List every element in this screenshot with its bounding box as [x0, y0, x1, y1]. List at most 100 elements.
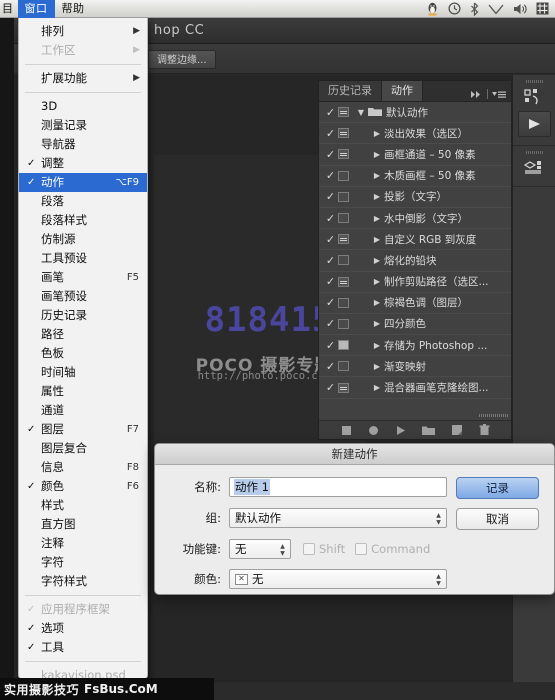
delete-icon[interactable] [479, 424, 490, 436]
row-dialog-toggle[interactable] [338, 277, 349, 287]
menu-item-timeline[interactable]: 时间轴 [19, 363, 147, 382]
tab-actions[interactable]: 动作 [382, 81, 423, 101]
row-dialog-toggle[interactable] [338, 107, 349, 117]
row-enable-check[interactable]: ✓ [323, 254, 338, 267]
row-enable-check[interactable]: ✓ [323, 233, 338, 246]
menu-item-workspace[interactable]: 工作区 ▶ [19, 41, 147, 60]
row-enable-check[interactable]: ✓ [323, 275, 338, 288]
row-expand-toggle[interactable]: ▶ [370, 235, 384, 244]
drag-grip-icon[interactable] [526, 80, 543, 83]
row-dialog-toggle[interactable] [338, 319, 349, 329]
table-row[interactable]: ✓ ▶ 存储为 Photoshop ... [319, 335, 511, 356]
row-expand-toggle[interactable]: ▶ [370, 319, 384, 328]
stepper-arrows-icon[interactable]: ▲▼ [434, 511, 443, 526]
row-enable-check[interactable]: ✓ [323, 296, 338, 309]
table-row[interactable]: ✓ ▶ 画框通道 – 50 像素 [319, 144, 511, 165]
row-dialog-toggle[interactable] [338, 340, 349, 350]
table-row[interactable]: ✓ ▶ 淡出效果（选区） [319, 123, 511, 144]
menu-item-paths[interactable]: 路径 [19, 325, 147, 344]
row-expand-toggle[interactable]: ▶ [370, 341, 384, 350]
horizontal-scrollbar[interactable] [479, 414, 509, 417]
menu-item-color[interactable]: ✓颜色F6 [19, 477, 147, 496]
menu-item-swatches[interactable]: 色板 [19, 344, 147, 363]
3d-object-icon[interactable] [521, 157, 547, 179]
play-action-button[interactable] [518, 111, 551, 137]
row-dialog-toggle[interactable] [338, 149, 349, 159]
drag-grip-icon-2[interactable] [526, 151, 543, 154]
row-enable-check[interactable]: ✓ [323, 212, 338, 225]
row-expand-toggle[interactable]: ▶ [370, 362, 384, 371]
table-row[interactable]: ✓ ▶ 渐变映射 [319, 356, 511, 377]
history-brush-icon[interactable] [521, 86, 547, 108]
table-row[interactable]: ✓ ▶ 熔化的铅块 [319, 250, 511, 271]
stepper-arrows-icon[interactable]: ▲▼ [434, 572, 443, 587]
row-expand-toggle[interactable]: ▼ [354, 108, 368, 117]
row-enable-check[interactable]: ✓ [323, 106, 338, 119]
menu-item-layers[interactable]: ✓图层F7 [19, 420, 147, 439]
menu-item-properties[interactable]: 属性 [19, 382, 147, 401]
menu-item-styles[interactable]: 样式 [19, 496, 147, 515]
panel-menu-icon[interactable] [492, 90, 506, 99]
table-row[interactable]: ✓ ▶ 制作剪贴路径（选区... [319, 272, 511, 293]
row-enable-check[interactable]: ✓ [323, 127, 338, 140]
stop-icon[interactable] [341, 425, 352, 436]
menu-item-extensions[interactable]: 扩展功能 ▶ [19, 69, 147, 88]
wifi-icon[interactable] [488, 2, 504, 15]
menu-item-paragraph-styles[interactable]: 段落样式 [19, 211, 147, 230]
row-dialog-toggle[interactable] [338, 255, 349, 265]
table-row[interactable]: ✓ ▶ 混合器画笔克隆绘图... [319, 377, 511, 398]
stepper-arrows-icon[interactable]: ▲▼ [278, 542, 287, 557]
menu-item-adjustments[interactable]: ✓调整 [19, 154, 147, 173]
row-expand-toggle[interactable]: ▶ [370, 192, 384, 201]
row-enable-check[interactable]: ✓ [323, 360, 338, 373]
row-dialog-toggle[interactable] [338, 361, 349, 371]
menu-item-tools[interactable]: ✓工具 [19, 638, 147, 657]
menu-item-tool-presets[interactable]: 工具预设 [19, 249, 147, 268]
row-dialog-toggle[interactable] [338, 192, 349, 202]
menu-item-histogram[interactable]: 直方图 [19, 515, 147, 534]
table-row[interactable]: ✓ ▶ 四分颜色 [319, 314, 511, 335]
record-icon[interactable] [368, 425, 379, 436]
menubar-item-window[interactable]: 窗口 [18, 0, 55, 18]
time-machine-icon[interactable] [448, 2, 461, 15]
volume-icon[interactable] [513, 3, 527, 15]
row-enable-check[interactable]: ✓ [323, 317, 338, 330]
row-expand-toggle[interactable]: ▶ [370, 256, 384, 265]
row-dialog-toggle[interactable] [338, 383, 349, 393]
function-key-select[interactable]: 无 ▲▼ [229, 539, 291, 559]
row-dialog-toggle[interactable] [338, 298, 349, 308]
action-set-select[interactable]: 默认动作 ▲▼ [229, 508, 447, 528]
table-row[interactable]: ✓ ▶ 自定义 RGB 到灰度 [319, 229, 511, 250]
menu-item-clone-source[interactable]: 仿制源 [19, 230, 147, 249]
row-expand-toggle[interactable]: ▶ [370, 129, 384, 138]
menu-item-layer-comps[interactable]: 图层复合 [19, 439, 147, 458]
menu-item-character[interactable]: 字符 [19, 553, 147, 572]
menu-item-3d[interactable]: 3D [19, 97, 147, 116]
row-enable-check[interactable]: ✓ [323, 148, 338, 161]
table-row[interactable]: ✓ ▶ 水中倒影（文字） [319, 208, 511, 229]
new-action-icon[interactable] [451, 424, 463, 436]
row-dialog-toggle[interactable] [338, 128, 349, 138]
menubar-clipped-item[interactable]: 目 [0, 0, 18, 18]
menu-item-measurement-log[interactable]: 测量记录 [19, 116, 147, 135]
row-dialog-toggle[interactable] [338, 171, 349, 181]
row-expand-toggle[interactable]: ▶ [370, 298, 384, 307]
row-expand-toggle[interactable]: ▶ [370, 277, 384, 286]
table-row[interactable]: ✓ ▶ 投影（文字） [319, 187, 511, 208]
menu-item-history[interactable]: 历史记录 [19, 306, 147, 325]
refine-edge-button[interactable]: 调整边缘... [148, 50, 216, 69]
menu-item-info[interactable]: 信息F8 [19, 458, 147, 477]
menu-item-actions[interactable]: ✓ 动作 ⌥F9 [19, 173, 147, 192]
menu-item-notes[interactable]: 注释 [19, 534, 147, 553]
table-row[interactable]: ✓ ▶ 木质画框 – 50 像素 [319, 166, 511, 187]
menubar-item-help[interactable]: 帮助 [55, 0, 92, 18]
row-dialog-toggle[interactable] [338, 234, 349, 244]
row-enable-check[interactable]: ✓ [323, 190, 338, 203]
table-row[interactable]: ✓ ▼ 默认动作 [319, 102, 511, 123]
window-menu-dropdown[interactable]: 排列 ▶ 工作区 ▶ 扩展功能 ▶ 3D 测量记录 导航器 ✓调整 ✓ 动作 ⌥… [18, 18, 148, 680]
menu-item-brush-presets[interactable]: 画笔预设 [19, 287, 147, 306]
menu-item-brush[interactable]: 画笔F5 [19, 268, 147, 287]
row-enable-check[interactable]: ✓ [323, 339, 338, 352]
collapse-panel-icon[interactable] [471, 90, 483, 99]
row-expand-toggle[interactable]: ▶ [370, 383, 384, 392]
